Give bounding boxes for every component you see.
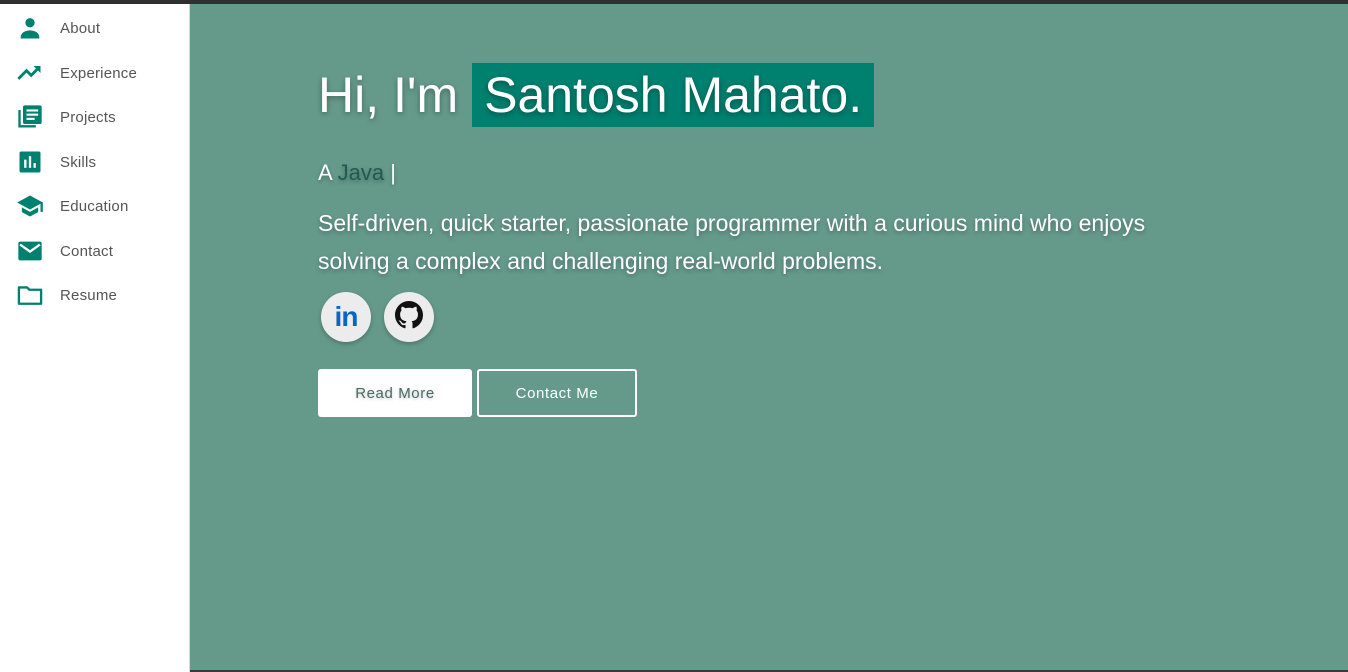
school-icon	[16, 192, 44, 220]
github-link[interactable]	[384, 292, 434, 342]
sidebar-item-skills[interactable]: Skills	[0, 142, 190, 182]
folder-icon	[16, 281, 44, 309]
typing-cursor: |	[390, 160, 396, 185]
sidebar-item-label: Projects	[60, 108, 116, 126]
bar-chart-icon	[16, 148, 44, 176]
name-highlight: Santosh Mahato.	[472, 63, 875, 127]
library-books-icon	[16, 103, 44, 131]
sidebar-item-resume[interactable]: Resume	[0, 275, 190, 315]
sidebar-item-projects[interactable]: Projects	[0, 97, 190, 137]
github-icon	[395, 300, 423, 334]
hero-section: Hi, I'm Santosh Mahato. A Java | Self-dr…	[190, 4, 1348, 670]
person-icon	[16, 14, 44, 42]
role-line: A Java |	[318, 160, 396, 186]
sidebar-item-experience[interactable]: Experience	[0, 53, 190, 93]
mail-icon	[16, 237, 44, 265]
role-prefix: A	[318, 160, 332, 185]
sidebar-item-label: Skills	[60, 153, 97, 171]
sidebar: About Experience Projects Skills Educati…	[0, 4, 190, 672]
read-more-button[interactable]: Read More	[318, 369, 472, 417]
sidebar-item-label: About	[60, 19, 101, 37]
trending-up-icon	[16, 59, 44, 87]
bio-text: Self-driven, quick starter, passionate p…	[318, 210, 1146, 274]
linkedin-icon: in	[334, 301, 359, 332]
hero-title: Hi, I'm Santosh Mahato.	[318, 62, 875, 128]
sidebar-item-label: Resume	[60, 286, 118, 304]
sidebar-item-education[interactable]: Education	[0, 186, 190, 226]
sidebar-item-contact[interactable]: Contact	[0, 231, 190, 271]
sidebar-item-label: Education	[60, 197, 129, 215]
sidebar-item-label: Experience	[60, 64, 138, 82]
sidebar-item-label: Contact	[60, 242, 114, 260]
role-text: Java	[337, 160, 385, 185]
linkedin-link[interactable]: in	[321, 292, 371, 342]
greeting-text: Hi, I'm	[318, 67, 459, 123]
contact-me-button[interactable]: Contact Me	[477, 369, 637, 417]
sidebar-item-about[interactable]: About	[0, 8, 190, 48]
